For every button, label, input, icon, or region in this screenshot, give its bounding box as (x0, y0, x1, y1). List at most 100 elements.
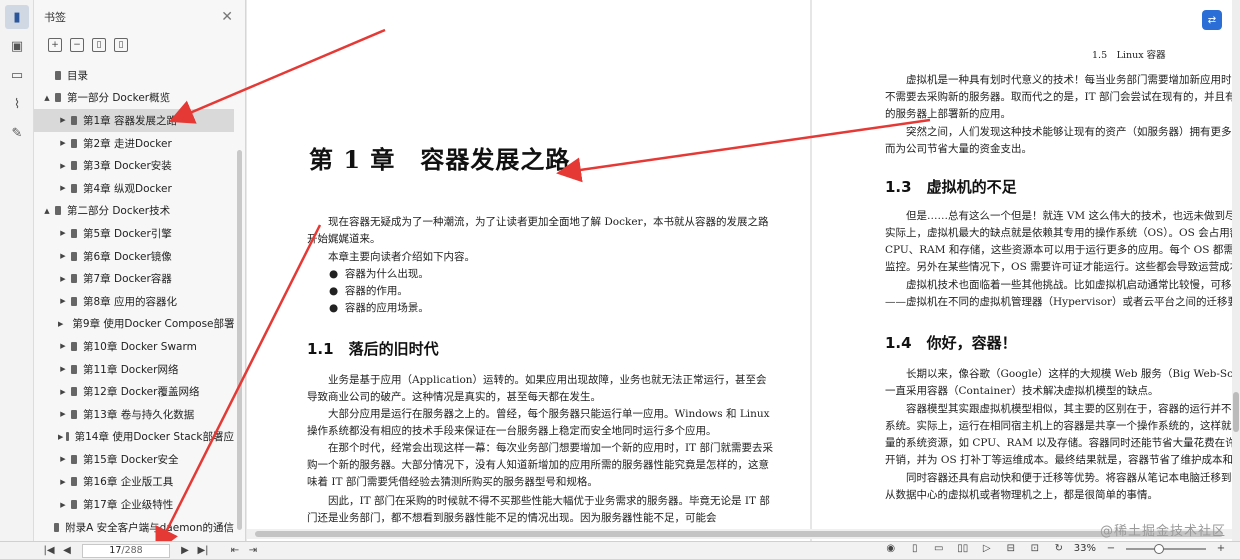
bookmark-label: 附录A 安全客户端与daemon的通信 (65, 521, 234, 534)
expand-icon[interactable]: ▶ (58, 342, 68, 350)
bookmark-panel-icon[interactable]: ▮ (5, 5, 29, 29)
horizontal-scrollbar[interactable] (247, 529, 1232, 539)
bullet-item: ● 容器的作用。 (329, 285, 408, 297)
bookmark-icon (55, 70, 61, 80)
vertical-scrollbar[interactable] (1232, 0, 1240, 541)
bookmark-item[interactable]: ▶ 第17章 企业级特性 (34, 493, 234, 516)
collapse-icon[interactable]: ▲ (42, 207, 52, 215)
play-icon[interactable]: ▷ (978, 543, 996, 554)
expand-icon[interactable]: ▶ (58, 252, 68, 260)
bookmark-item[interactable]: ▶ 第15章 Docker安全 (34, 448, 234, 471)
paragraph: 长期以来，像谷歌（Google）这样的大规模 Web 服务（Big Web-Sc… (885, 368, 1240, 397)
bookmark-item[interactable]: ▶ 第7章 Docker容器 (34, 267, 234, 290)
expand-icon[interactable]: ▶ (58, 433, 63, 441)
two-page-icon[interactable]: ▯▯ (954, 543, 972, 554)
collapse-icon[interactable]: ▲ (42, 94, 52, 102)
eye-protect-icon[interactable]: ◉ (882, 543, 900, 554)
bookmark-label: 第16章 企业版工具 (83, 476, 174, 489)
next-page-icon[interactable]: ▶ (176, 545, 194, 556)
zoom-level[interactable]: 33% (1074, 543, 1096, 554)
bookmark-item[interactable]: ▶ 第16章 企业版工具 (34, 471, 234, 494)
expand-icon[interactable]: ▶ (58, 116, 68, 124)
bookmark-item[interactable]: 附录A 安全客户端与daemon的通信 (34, 516, 234, 539)
zoom-slider-knob[interactable] (1154, 543, 1164, 554)
expand-icon[interactable]: ▶ (58, 388, 68, 396)
bookmark-item[interactable]: ▶ 第4章 纵观Docker (34, 177, 234, 200)
bullet-list: ● 容器为什么出现。 ● 容器的作用。 ● 容器的应用场景。 (329, 266, 629, 317)
signature-icon[interactable]: ✎ (5, 121, 29, 145)
back-icon[interactable]: ⇤ (226, 545, 244, 556)
translate-icon[interactable]: ⇄ (1202, 10, 1222, 30)
collapse-all-icon[interactable]: − (70, 38, 84, 52)
bookmark-icon (55, 206, 61, 216)
paragraph: 虚拟机技术也面临着一些其他挑战。比如虚拟机启动通常比较慢，可移植性比较差——虚拟… (885, 279, 1240, 308)
expand-icon[interactable]: ▶ (58, 455, 68, 463)
expand-all-icon[interactable]: + (48, 38, 62, 52)
bookmark-item[interactable]: ▶ 第10章 Docker Swarm (34, 335, 234, 358)
expand-icon[interactable]: ▶ (58, 410, 68, 418)
zoom-slider[interactable] (1126, 543, 1206, 554)
expand-icon[interactable]: ▶ (58, 320, 63, 328)
expand-icon[interactable]: ▶ (58, 229, 68, 237)
expand-icon[interactable]: ▶ (58, 275, 68, 283)
last-page-icon[interactable]: ▶| (194, 545, 212, 556)
bookmark-scrollbar[interactable] (237, 150, 242, 530)
bookmark-icon (71, 274, 77, 284)
bookmark-label: 第1章 容器发展之路 (83, 114, 178, 127)
bookmark-item[interactable]: ▶ 第6章 Docker镜像 (34, 245, 234, 268)
document-view: 第 1 章 容器发展之路 现在容器无疑成为了一种潮流，为了让读者更加全面地了解 … (247, 0, 1240, 541)
expand-icon[interactable]: ▶ (58, 478, 68, 486)
delete-bookmark-icon[interactable]: ▯ (114, 38, 128, 52)
bookmark-item[interactable]: ▶ 第8章 应用的容器化 (34, 290, 234, 313)
single-page-icon[interactable]: ▯ (906, 543, 924, 554)
bookmark-label: 第5章 Docker引擎 (83, 227, 172, 240)
zoom-out-icon[interactable]: − (1102, 543, 1120, 554)
close-icon[interactable]: ✕ (221, 9, 233, 25)
rotate-icon[interactable]: ↻ (1050, 543, 1068, 554)
bookmark-item[interactable]: ▶ 第9章 使用Docker Compose部署 (34, 313, 234, 336)
expand-icon[interactable]: ▶ (58, 501, 68, 509)
bookmark-label: 第一部分 Docker概览 (67, 92, 171, 105)
bookmark-item[interactable]: ▶ 第11章 Docker网络 (34, 358, 234, 381)
expand-icon[interactable]: ▶ (58, 162, 68, 170)
continuous-icon[interactable]: ▭ (930, 543, 948, 554)
scrollbar-thumb[interactable] (1233, 392, 1239, 432)
forward-icon[interactable]: ⇥ (244, 545, 262, 556)
paragraph: 但是……总有这么一个但是！就连 VM 这么伟大的技术，也远未做到尽善尽美。实际上… (885, 210, 1240, 273)
bookmark-icon (55, 93, 61, 103)
bookmark-item[interactable]: ▲ 第一部分 Docker概览 (34, 87, 234, 110)
expand-icon[interactable]: ▶ (58, 139, 68, 147)
prev-page-icon[interactable]: ◀ (58, 545, 76, 556)
fit-width-icon[interactable]: ⊟ (1002, 543, 1020, 554)
page-number-input[interactable]: 17/288 (82, 543, 170, 558)
bookmark-item[interactable]: ▶ 第1章 容器发展之路 (34, 109, 234, 132)
paragraph: 容器模型其实跟虚拟机模型相似，其主要的区别在于，容器的运行并不会独占操作系统。实… (885, 403, 1240, 466)
bookmark-icon (71, 454, 77, 464)
bookmark-item[interactable]: ▶ 第2章 走进Docker (34, 132, 234, 155)
bookmark-icon (71, 387, 77, 397)
bookmark-label: 第17章 企业级特性 (83, 499, 174, 512)
intro-paragraph-2: 本章主要向读者介绍如下内容。 (328, 251, 475, 263)
bookmark-item[interactable]: ▶ 第14章 使用Docker Stack部署应 (34, 426, 234, 449)
thumbnail-icon[interactable]: ▣ (5, 34, 29, 58)
bookmark-item[interactable]: ▶ 第3章 Docker安装 (34, 154, 234, 177)
expand-icon[interactable]: ▶ (58, 365, 68, 373)
comment-icon[interactable]: ▭ (5, 63, 29, 87)
bookmark-item[interactable]: ▲ 第二部分 Docker技术 (34, 200, 234, 223)
bookmark-item[interactable]: ▶ 第5章 Docker引擎 (34, 222, 234, 245)
scrollbar-thumb[interactable] (255, 531, 1223, 537)
add-bookmark-icon[interactable]: ▯ (92, 38, 106, 52)
bookmark-panel: 书签 ✕ + − ▯ ▯ 目录 ▲ 第一部分 Docker概览 ▶ 第1章 容器发展之路… (34, 0, 246, 541)
bookmark-item[interactable]: ▶ 第12章 Docker覆盖网络 (34, 380, 234, 403)
zoom-in-icon[interactable]: + (1212, 543, 1230, 554)
first-page-icon[interactable]: |◀ (40, 545, 58, 556)
attachment-icon[interactable]: ⌇ (5, 92, 29, 116)
expand-icon[interactable]: ▶ (58, 184, 68, 192)
bookmark-icon (71, 228, 77, 238)
bookmark-item[interactable]: ▶ 第13章 卷与持久化数据 (34, 403, 234, 426)
fit-page-icon[interactable]: ⊡ (1026, 543, 1044, 554)
bookmark-item[interactable]: 目录 (34, 64, 234, 87)
expand-icon[interactable]: ▶ (58, 297, 68, 305)
section-title-1-1: 1.1 落后的旧时代 (307, 340, 439, 358)
chapter-title: 第 1 章 容器发展之路 (309, 145, 571, 174)
